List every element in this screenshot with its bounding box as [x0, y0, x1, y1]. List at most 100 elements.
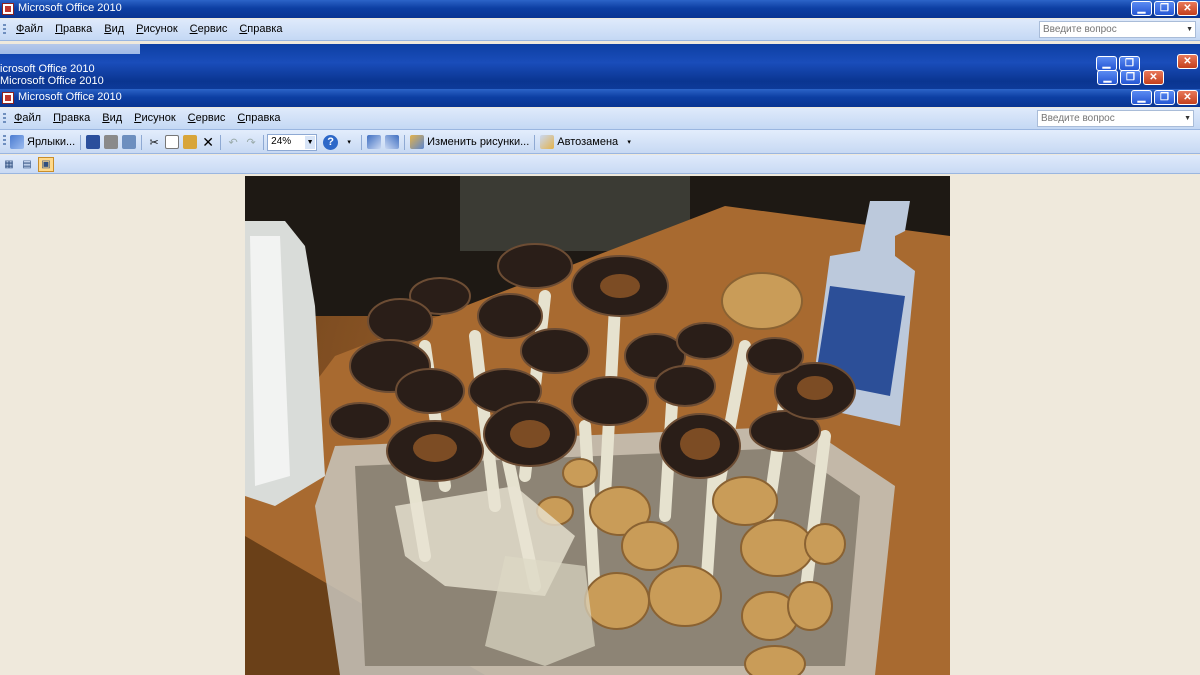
- shortcuts-icon: [10, 135, 24, 149]
- menu-picture[interactable]: Рисунок: [130, 23, 184, 35]
- minimize-icon[interactable]: ▁: [1096, 56, 1117, 71]
- delete-button[interactable]: ✕: [199, 133, 217, 152]
- ghost-window-controls-3: ✕: [1177, 54, 1198, 69]
- rotate-left-button[interactable]: [365, 133, 383, 152]
- menu-view[interactable]: Вид: [98, 23, 130, 35]
- copy-icon: [165, 135, 180, 149]
- office-app-icon: [2, 3, 14, 15]
- minimize-icon[interactable]: ▁: [1131, 1, 1152, 16]
- autocorrect-label: Автозамена: [557, 136, 619, 148]
- menu-file[interactable]: Файл: [8, 112, 47, 124]
- save-icon: [86, 135, 101, 149]
- standard-toolbar: Ярлыки... ✂ ✕ ↶ ↷ 24% ▼ ? ▾ Изменить рис…: [0, 130, 1200, 154]
- print-icon: [104, 135, 119, 149]
- toolbar-separator: [361, 134, 363, 150]
- menu-help[interactable]: Справка: [233, 23, 288, 35]
- close-icon[interactable]: ✕: [1177, 90, 1198, 105]
- mushroom-photo: [245, 176, 950, 675]
- email-icon: [122, 135, 137, 149]
- toolbar-separator: [80, 134, 82, 150]
- toolbar-separator: [404, 134, 406, 150]
- copy-button[interactable]: [163, 133, 181, 152]
- grip-handle-icon[interactable]: [3, 135, 6, 147]
- scissors-icon: ✂: [149, 136, 159, 149]
- rotate-left-icon: [367, 135, 382, 149]
- ghost-window-title: icrosoft Office 2010: [0, 63, 95, 75]
- help-button[interactable]: ?: [321, 133, 340, 152]
- thumbnails-view-icon[interactable]: ▦: [1, 157, 17, 172]
- cut-button[interactable]: ✂: [145, 133, 163, 152]
- minimize-icon[interactable]: ▁: [1131, 90, 1152, 105]
- maximize-icon[interactable]: ❐: [1119, 56, 1140, 71]
- title-bar-main: Microsoft Office 2010 ▁ ❐ ✕: [0, 0, 1200, 18]
- menu-help[interactable]: Справка: [231, 112, 286, 124]
- picture-viewer-image: [245, 176, 950, 675]
- email-button[interactable]: [120, 133, 138, 152]
- window-title: Microsoft Office 2010: [18, 2, 122, 14]
- ghost-stripe: [0, 44, 140, 54]
- window-controls: ▁ ❐ ✕: [1131, 1, 1198, 16]
- menu-edit[interactable]: Правка: [49, 23, 98, 35]
- minimize-icon[interactable]: ▁: [1097, 70, 1118, 85]
- toolbar-separator: [263, 134, 265, 150]
- chevron-down-icon: ▾: [347, 139, 351, 146]
- redo-icon: ↷: [246, 136, 256, 149]
- autocorrect-button[interactable]: Автозамена: [538, 133, 620, 152]
- chevron-down-icon: ▾: [627, 139, 631, 146]
- ghost-window-controls-2: ▁ ❐ ✕: [1097, 70, 1164, 85]
- menu-picture[interactable]: Рисунок: [128, 112, 182, 124]
- view-mode-bar: ▦ ▤ ▣: [0, 155, 1200, 174]
- title-bar-document: Microsoft Office 2010 ▁ ❐ ✕: [0, 89, 1200, 107]
- undo-icon: ↶: [228, 136, 238, 149]
- maximize-icon[interactable]: ❐: [1154, 1, 1175, 16]
- rotate-right-button[interactable]: [383, 133, 401, 152]
- maximize-icon[interactable]: ❐: [1154, 90, 1175, 105]
- ghost-window-title-2: Microsoft Office 2010: [0, 75, 104, 87]
- close-icon[interactable]: ✕: [1143, 70, 1164, 85]
- save-button[interactable]: [84, 133, 102, 152]
- office-app-icon: [2, 92, 14, 104]
- single-picture-view-icon[interactable]: ▣: [38, 157, 54, 172]
- autocorrect-icon: [540, 135, 555, 149]
- grip-handle-icon[interactable]: [3, 113, 6, 125]
- chevron-down-icon[interactable]: ▼: [1184, 115, 1191, 122]
- menu-bar-main: Файл Правка Вид Рисунок Сервис Справка ▼: [0, 19, 1200, 41]
- ghost-window-controls: ▁ ❐: [1096, 56, 1140, 71]
- zoom-value: 24%: [271, 135, 292, 147]
- menu-file[interactable]: Файл: [10, 23, 49, 35]
- delete-icon: ✕: [202, 133, 214, 150]
- chevron-down-icon[interactable]: ▼: [1186, 26, 1193, 33]
- close-icon[interactable]: ✕: [1177, 1, 1198, 16]
- toolbar-options-button-2[interactable]: ▾: [620, 133, 638, 152]
- shortcuts-label: Ярлыки...: [27, 136, 76, 148]
- grip-handle-icon[interactable]: [3, 24, 6, 36]
- menu-view[interactable]: Вид: [96, 112, 128, 124]
- shortcuts-button[interactable]: Ярлыки...: [8, 133, 77, 152]
- help-question-box[interactable]: ▼: [1039, 21, 1196, 38]
- menu-bar-document: Файл Правка Вид Рисунок Сервис Справка ▼: [0, 108, 1200, 130]
- redo-button[interactable]: ↷: [242, 133, 260, 152]
- edit-pictures-button[interactable]: Изменить рисунки...: [408, 133, 531, 152]
- toolbar-separator: [220, 134, 222, 150]
- help-question-box[interactable]: ▼: [1037, 110, 1194, 127]
- toolbar-options-button[interactable]: ▾: [340, 133, 358, 152]
- print-button[interactable]: [102, 133, 120, 152]
- menu-edit[interactable]: Правка: [47, 112, 96, 124]
- undo-button[interactable]: ↶: [224, 133, 242, 152]
- help-icon: ?: [323, 134, 339, 150]
- maximize-icon[interactable]: ❐: [1120, 70, 1141, 85]
- help-question-input[interactable]: [1038, 111, 1178, 126]
- close-icon[interactable]: ✕: [1177, 54, 1198, 69]
- filmstrip-view-icon[interactable]: ▤: [19, 157, 35, 172]
- document-window-title: Microsoft Office 2010: [18, 91, 122, 103]
- paste-button[interactable]: [181, 133, 199, 152]
- edit-picture-icon: [410, 135, 425, 149]
- chevron-down-icon[interactable]: ▼: [305, 135, 316, 149]
- toolbar-separator: [534, 134, 536, 150]
- menu-tools[interactable]: Сервис: [184, 23, 234, 35]
- help-question-input[interactable]: [1040, 22, 1180, 37]
- menu-tools[interactable]: Сервис: [182, 112, 232, 124]
- toolbar-separator: [141, 134, 143, 150]
- edit-pictures-label: Изменить рисунки...: [427, 136, 530, 148]
- zoom-select[interactable]: 24% ▼: [267, 133, 318, 151]
